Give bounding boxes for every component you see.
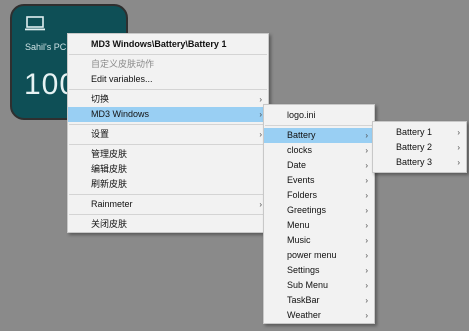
menu-item-settings[interactable]: 设置 › [68,127,268,142]
menu-item-label: Menu [287,220,310,230]
menu-item-label: Rainmeter [91,199,133,209]
chevron-right-icon: › [259,95,262,104]
submenu-item-battery-2[interactable]: Battery 2 › [373,140,466,155]
chevron-right-icon: › [457,128,460,137]
submenu-item-date[interactable]: Date › [264,158,374,173]
laptop-icon [25,16,45,31]
chevron-right-icon: › [365,236,368,245]
submenu-item-settings[interactable]: Settings › [264,263,374,278]
menu-title-skin-path[interactable]: MD3 Windows\Battery\Battery 1 [68,37,268,52]
menu-item-label: Folders [287,190,318,200]
chevron-right-icon: › [259,130,262,139]
submenu-item-battery-1[interactable]: Battery 1 › [373,125,466,140]
chevron-right-icon: › [365,146,368,155]
submenu-item-power-menu[interactable]: power menu › [264,248,374,263]
chevron-right-icon: › [365,176,368,185]
chevron-right-icon: › [365,251,368,260]
chevron-right-icon: › [365,266,368,275]
pc-name: Sahil's PC [25,42,67,52]
menu-item-label: Sub Menu [287,280,329,290]
submenu-item-battery[interactable]: Battery › [264,128,374,143]
submenu-item-logo-ini[interactable]: logo.ini [264,108,374,123]
menu-item-custom-actions: 自定义皮肤动作 [91,59,155,69]
menu-item-label: MD3 Windows [91,109,150,119]
menu-item-label: Date [287,160,307,170]
battery-submenu: Battery 1 › Battery 2 › Battery 3 › [372,121,467,173]
menu-item-label: 切换 [91,94,110,104]
chevron-right-icon: › [457,143,460,152]
submenu-item-folders[interactable]: Folders › [264,188,374,203]
submenu-item-menu[interactable]: Menu › [264,218,374,233]
menu-item-label: TaskBar [287,295,320,305]
menu-item-md3-windows[interactable]: MD3 Windows › [68,107,268,122]
skin-context-menu: MD3 Windows\Battery\Battery 1 自定义皮肤动作 Ed… [67,33,269,233]
menu-separator [69,124,267,125]
submenu-item-events[interactable]: Events › [264,173,374,188]
chevron-right-icon: › [365,161,368,170]
menu-separator [69,54,267,55]
submenu-item-sub-menu[interactable]: Sub Menu › [264,278,374,293]
chevron-right-icon: › [365,131,368,140]
menu-separator [69,214,267,215]
menu-item-label: Settings [287,265,320,275]
menu-item-label: clocks [287,145,313,155]
chevron-right-icon: › [457,158,460,167]
submenu-item-taskbar[interactable]: TaskBar › [264,293,374,308]
chevron-right-icon: › [365,296,368,305]
menu-item-label: Greetings [287,205,327,215]
menu-item-label: Battery [287,130,316,140]
menu-separator [69,144,267,145]
chevron-right-icon: › [365,281,368,290]
menu-item-label: 设置 [91,129,110,139]
md3-windows-submenu: logo.ini Battery › clocks › Date › Events › … [263,104,375,324]
chevron-right-icon: › [365,311,368,320]
menu-item-label: Battery 3 [396,157,433,167]
menu-item-manage-skin[interactable]: 管理皮肤 [68,147,268,162]
chevron-right-icon: › [365,221,368,230]
menu-separator [265,125,373,126]
submenu-item-clocks[interactable]: clocks › [264,143,374,158]
chevron-right-icon: › [259,110,262,119]
menu-item-label: Battery 2 [396,142,433,152]
menu-item-close-skin[interactable]: 关闭皮肤 [68,217,268,232]
submenu-item-battery-3[interactable]: Battery 3 › [373,155,466,170]
menu-item-label: power menu [287,250,337,260]
menu-separator [69,194,267,195]
chevron-right-icon: › [259,200,262,209]
menu-item-label: Weather [287,310,321,320]
menu-item-label: Events [287,175,315,185]
submenu-item-greetings[interactable]: Greetings › [264,203,374,218]
menu-item-switch[interactable]: 切换 › [68,92,268,107]
submenu-item-weather[interactable]: Weather › [264,308,374,323]
menu-item-edit-variables[interactable]: Edit variables... [68,72,268,87]
menu-item-refresh-skin[interactable]: 刷新皮肤 [68,177,268,192]
menu-item-label: Music [287,235,311,245]
menu-item-label: Battery 1 [396,127,433,137]
menu-separator [69,89,267,90]
chevron-right-icon: › [365,191,368,200]
menu-item-edit-skin[interactable]: 编辑皮肤 [68,162,268,177]
submenu-item-music[interactable]: Music › [264,233,374,248]
menu-item-rainmeter[interactable]: Rainmeter › [68,197,268,212]
chevron-right-icon: › [365,206,368,215]
